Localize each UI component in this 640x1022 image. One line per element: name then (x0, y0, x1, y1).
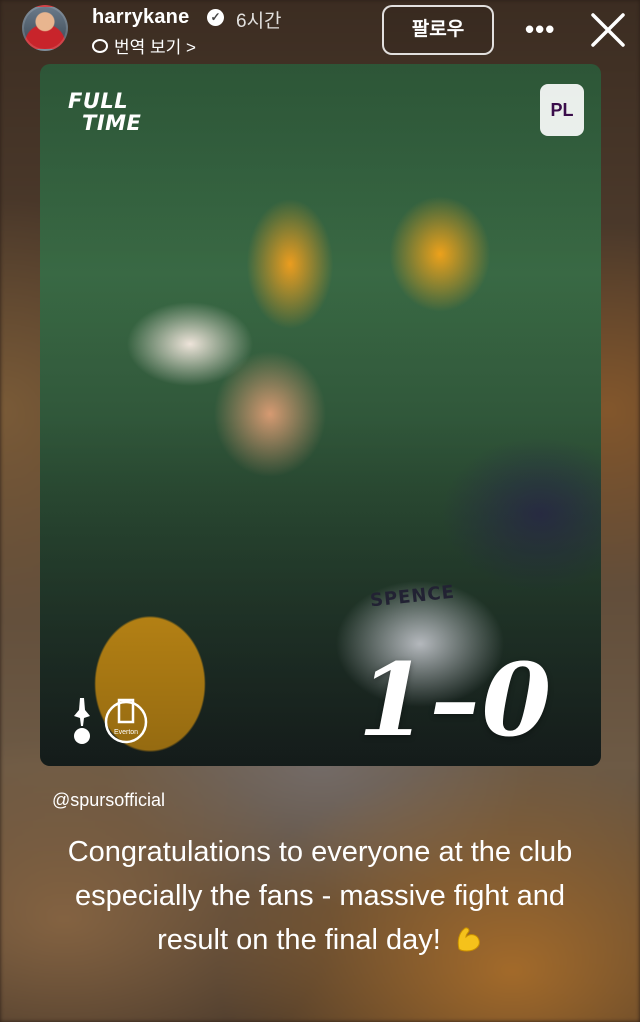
flexed-biceps-emoji (457, 927, 480, 952)
verified-badge-icon: ✓ (207, 9, 224, 26)
story-caption: Congratulations to everyone at the club … (40, 830, 600, 962)
match-score: 1–0 (358, 641, 554, 759)
everton-crest-icon: Everton (104, 698, 148, 744)
spurs-crest-icon (74, 698, 90, 744)
full-time-overlay: FULL TIME (68, 90, 141, 134)
everton-crest-label: Everton (114, 729, 138, 736)
follow-button[interactable]: 팔로우 (382, 5, 494, 55)
profile-avatar[interactable] (22, 5, 68, 51)
full-time-line-2: TIME (82, 111, 142, 135)
full-time-line-1: FULL (68, 89, 129, 113)
close-icon[interactable] (588, 10, 628, 50)
caption-text: Congratulations to everyone at the club … (67, 836, 573, 956)
translate-link[interactable]: 번역 보기 > (92, 33, 196, 58)
username[interactable]: harrykane (92, 6, 189, 29)
premier-league-logo: PL (540, 84, 584, 136)
translate-label: 번역 보기 > (114, 38, 196, 57)
mention-sticker[interactable]: @spursofficial (52, 790, 165, 811)
story-header: harrykane ✓ 6시간 번역 보기 > 팔로우 ••• (0, 0, 640, 62)
speech-bubble-icon (92, 38, 108, 53)
more-options-icon[interactable]: ••• (525, 14, 555, 45)
time-ago: 6시간 (236, 11, 282, 32)
story-post-image[interactable]: FULL TIME PL SPENCE Everton 1–0 (40, 64, 601, 766)
